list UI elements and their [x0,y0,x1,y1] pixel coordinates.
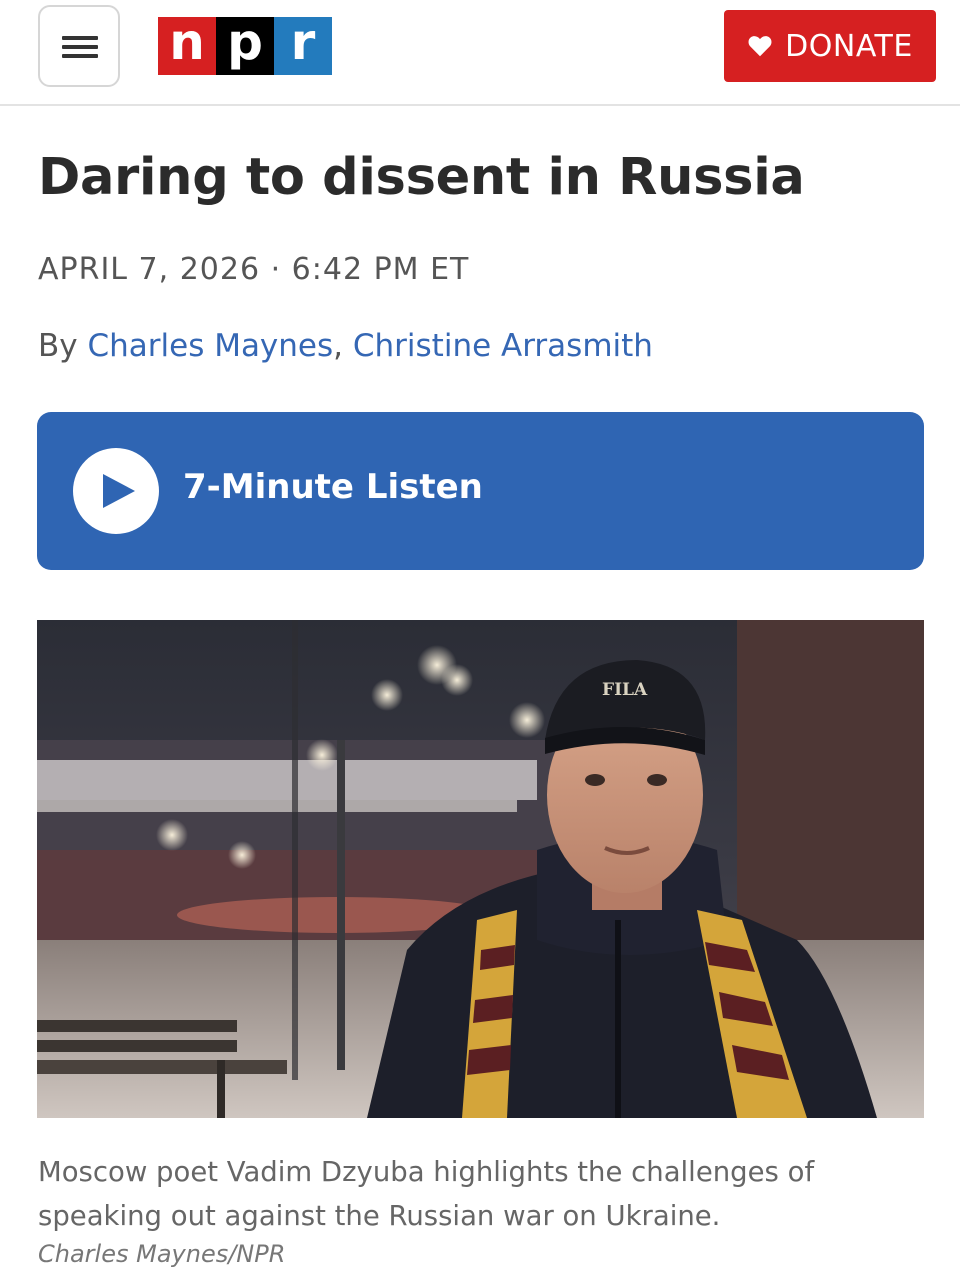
author-link[interactable]: Charles Maynes [87,328,333,364]
logo-letter-p: p [216,13,274,75]
audio-player-button[interactable]: 7-Minute Listen [37,412,924,570]
play-icon [103,474,135,508]
npr-logo[interactable]: n p r [158,13,332,75]
article-byline: By Charles Maynes, Christine Arrasmith [38,328,653,364]
menu-button[interactable] [38,5,120,87]
site-header: n p r DONATE [0,0,960,106]
play-button[interactable] [73,448,159,534]
heart-icon [748,36,772,57]
logo-letter-n: n [158,13,216,75]
donate-label: DONATE [785,28,913,64]
author-separator: , [333,328,353,364]
donate-button[interactable]: DONATE [724,10,936,82]
article-dateline: APRIL 7, 2026 · 6:42 PM ET [38,252,470,287]
audio-duration-label: 7-Minute Listen [183,467,483,507]
photo-illustration: FILA [37,620,924,1118]
byline-prefix: By [38,328,88,364]
cap-logo-text: FILA [602,680,648,700]
photo-credit: Charles Maynes/NPR [38,1240,286,1268]
article-title: Daring to dissent in Russia [38,148,805,207]
author-link[interactable]: Christine Arrasmith [353,328,653,364]
hamburger-icon [62,36,98,40]
photo-caption: Moscow poet Vadim Dzyuba highlights the … [38,1156,815,1232]
article-photo: FILA [37,620,924,1118]
logo-letter-r: r [274,13,332,75]
